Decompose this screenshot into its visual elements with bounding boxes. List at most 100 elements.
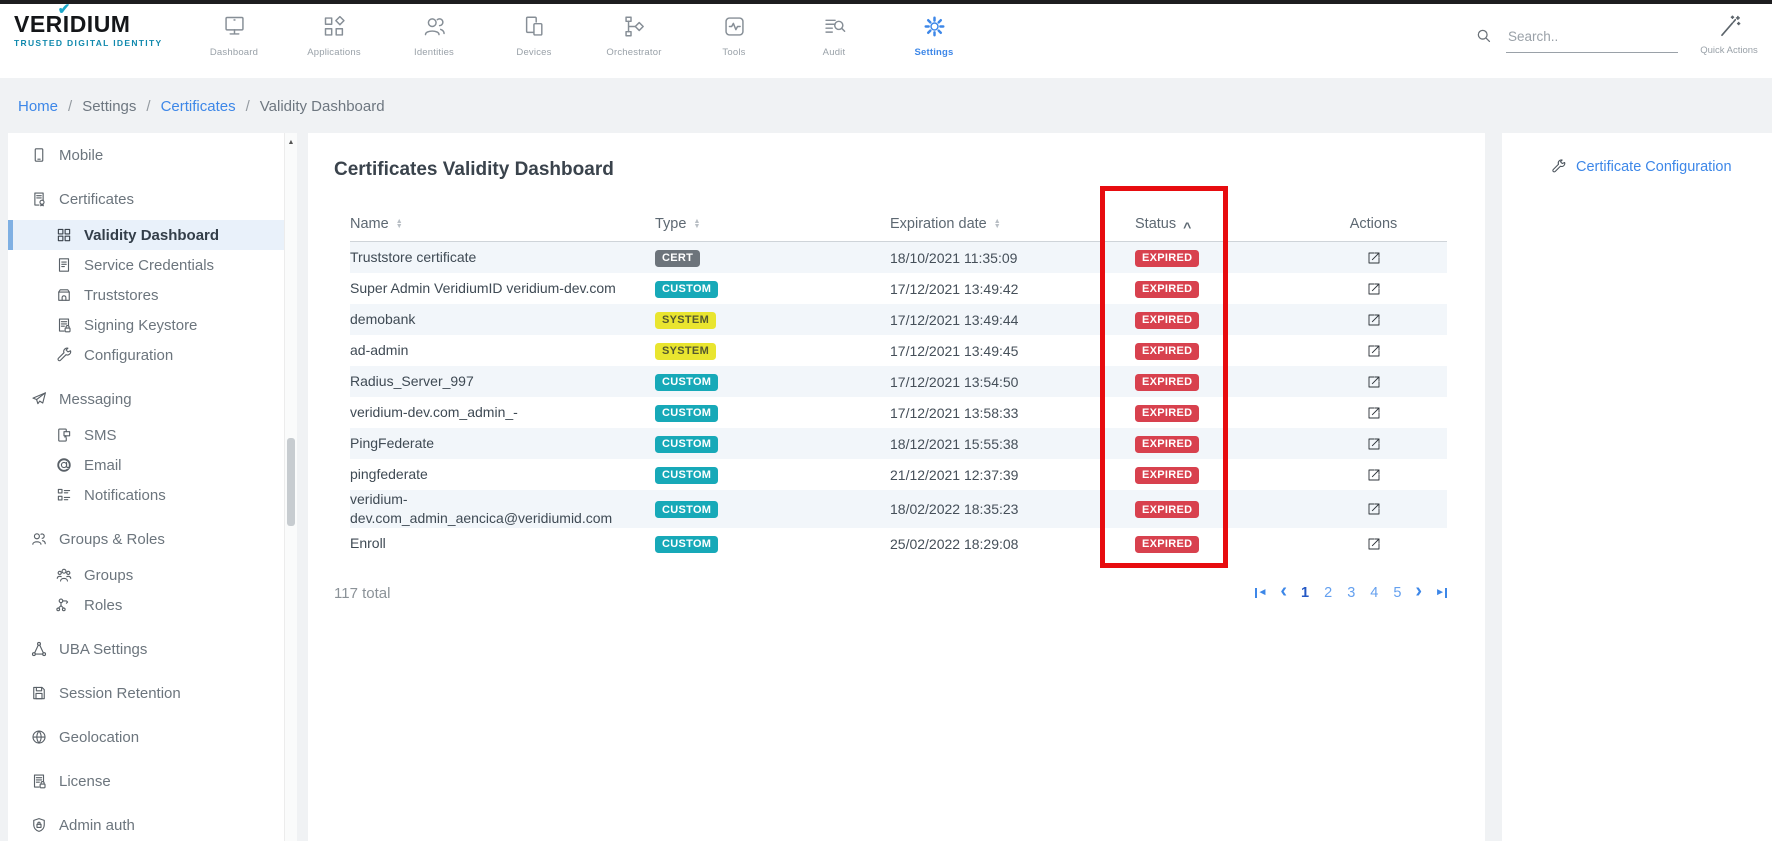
export-icon <box>1366 343 1382 359</box>
sidebar-item-configuration[interactable]: Configuration <box>8 340 284 370</box>
open-certificate-action[interactable] <box>1300 536 1447 552</box>
column-label: Actions <box>1350 216 1398 232</box>
nav-audit[interactable]: Audit <box>784 13 884 58</box>
column-label: Status <box>1135 216 1176 232</box>
sidebar-item-sms[interactable]: SMS <box>8 420 284 450</box>
column-header-status[interactable]: Status ^ <box>1135 216 1300 232</box>
column-header-type[interactable]: Type▲▼ <box>655 216 890 232</box>
open-certificate-action[interactable] <box>1300 312 1447 328</box>
roles-icon <box>55 596 73 614</box>
sidebar-item-truststores[interactable]: Truststores <box>8 280 284 310</box>
certificate-name: Super Admin VeridiumID veridium-dev.com <box>350 279 655 298</box>
table-header-row: Name▲▼Type▲▼Expiration date▲▼Status ^ Acti… <box>350 207 1447 242</box>
nav-tools[interactable]: Tools <box>684 13 784 58</box>
veridium-logo[interactable]: VER✔IDIUM TRUSTED DIGITAL IDENTITY <box>14 13 162 48</box>
sidebar-item-geolocation[interactable]: Geolocation <box>8 722 284 752</box>
open-certificate-action[interactable] <box>1300 405 1447 421</box>
table-row: ad-adminSYSTEM17/12/2021 13:49:45EXPIRED <box>350 335 1447 366</box>
search-icon <box>1474 26 1493 45</box>
sms-icon <box>55 426 73 444</box>
sidebar-item-certificates[interactable]: Certificates <box>8 184 284 214</box>
sidebar-item-groups[interactable]: Groups <box>8 560 284 590</box>
sort-asc-icon: ^ <box>1183 219 1191 235</box>
column-header-expiration-date[interactable]: Expiration date▲▼ <box>890 216 1135 232</box>
sidebar-item-label: Service Credentials <box>84 257 214 274</box>
settings-sidebar: Mobile Certificates Validity Dashboard Serv… <box>8 133 297 841</box>
table-row: PingFederateCUSTOM18/12/2021 15:55:38EXP… <box>350 428 1447 459</box>
sidebar-item-email[interactable]: Email <box>8 450 284 480</box>
nav-label: Settings <box>914 47 953 58</box>
sidebar-item-mobile[interactable]: Mobile <box>8 140 284 170</box>
page-3-button[interactable]: 3 <box>1346 585 1356 601</box>
nav-label: Identities <box>414 47 454 58</box>
certificate-name: veridium-dev.com_admin_aencica@veridiumi… <box>350 490 655 528</box>
certificate-status: EXPIRED <box>1135 434 1300 453</box>
sidebar-item-label: UBA Settings <box>59 641 147 658</box>
sidebar-item-roles[interactable]: Roles <box>8 590 284 620</box>
open-certificate-action[interactable] <box>1300 343 1447 359</box>
sidebar-item-admin-auth[interactable]: Admin auth <box>8 810 284 840</box>
breadcrumb-validity-dashboard: Validity Dashboard <box>260 98 385 115</box>
table-row: EnrollCUSTOM25/02/2022 18:29:08EXPIRED <box>350 528 1447 559</box>
sidebar-item-label: Email <box>84 457 122 474</box>
export-icon <box>1366 467 1382 483</box>
open-certificate-action[interactable] <box>1300 281 1447 297</box>
certificate-name: PingFederate <box>350 434 655 453</box>
open-certificate-action[interactable] <box>1300 374 1447 390</box>
open-certificate-action[interactable] <box>1300 501 1447 517</box>
certificates-table: Name▲▼Type▲▼Expiration date▲▼Status ^ Acti… <box>350 207 1447 559</box>
sidebar-item-license[interactable]: License <box>8 766 284 796</box>
sidebar-item-signing-keystore[interactable]: Signing Keystore <box>8 310 284 340</box>
sidebar-item-service-credentials[interactable]: Service Credentials <box>8 250 284 280</box>
type-badge-expired: EXPIRED <box>1135 343 1199 360</box>
last-page-button[interactable]: ► <box>1435 588 1447 598</box>
nav-applications[interactable]: Applications <box>284 13 384 58</box>
veridium-admin-app: VER✔IDIUM TRUSTED DIGITAL IDENTITY Dashb… <box>0 0 1772 841</box>
breadcrumb-home[interactable]: Home <box>18 98 58 115</box>
certificate-status: EXPIRED <box>1135 341 1300 360</box>
scrollbar-thumb[interactable] <box>287 438 295 526</box>
table-row: veridium-dev.com_admin_-CUSTOM17/12/2021… <box>350 397 1447 428</box>
nav-orchestrator[interactable]: Orchestrator <box>584 13 684 58</box>
page-2-button[interactable]: 2 <box>1323 585 1333 601</box>
column-header-name[interactable]: Name▲▼ <box>350 216 655 232</box>
orchestrator-icon <box>621 13 648 40</box>
type-badge-expired: EXPIRED <box>1135 501 1199 518</box>
certificate-configuration-link[interactable]: Certificate Configuration <box>1502 133 1772 175</box>
quick-actions-button[interactable]: Quick Actions <box>1690 13 1768 56</box>
page-1-button[interactable]: 1 <box>1300 585 1310 601</box>
nav-devices[interactable]: Devices <box>484 13 584 58</box>
certificate-type: CUSTOM <box>655 500 890 519</box>
sidebar-item-validity-dashboard[interactable]: Validity Dashboard <box>8 220 284 250</box>
search-input[interactable] <box>1506 26 1678 53</box>
next-page-button[interactable]: › <box>1415 583 1422 603</box>
sidebar-item-notifications[interactable]: Notifications <box>8 480 284 510</box>
sidebar-scrollbar[interactable]: ▲ <box>284 133 297 841</box>
nav-settings[interactable]: Settings <box>884 13 984 58</box>
grid-icon <box>55 226 73 244</box>
plane-icon <box>30 390 48 408</box>
previous-page-button[interactable]: ‹ <box>1280 583 1287 603</box>
nav-dashboard[interactable]: Dashboard <box>184 13 284 58</box>
first-page-button[interactable]: ◄ <box>1255 588 1267 598</box>
certificate-type: CUSTOM <box>655 403 890 422</box>
open-certificate-action[interactable] <box>1300 467 1447 483</box>
open-certificate-action[interactable] <box>1300 250 1447 266</box>
wrench-icon <box>55 346 73 364</box>
sidebar-item-uba-settings[interactable]: UBA Settings <box>8 634 284 664</box>
sidebar-item-label: Validity Dashboard <box>84 227 219 244</box>
nav-identities[interactable]: Identities <box>384 13 484 58</box>
page-5-button[interactable]: 5 <box>1392 585 1402 601</box>
page-4-button[interactable]: 4 <box>1369 585 1379 601</box>
sidebar-item-messaging[interactable]: Messaging <box>8 384 284 414</box>
sidebar-item-session-retention[interactable]: Session Retention <box>8 678 284 708</box>
open-certificate-action[interactable] <box>1300 436 1447 452</box>
type-badge-custom: CUSTOM <box>655 536 718 553</box>
certificate-name: Enroll <box>350 534 655 553</box>
sidebar-item-groups-roles[interactable]: Groups & Roles <box>8 524 284 554</box>
type-badge-custom: CUSTOM <box>655 281 718 298</box>
export-icon <box>1366 374 1382 390</box>
certificate-name: Radius_Server_997 <box>350 372 655 391</box>
scrollbar-up-arrow[interactable]: ▲ <box>285 133 297 146</box>
breadcrumb-certificates[interactable]: Certificates <box>161 98 236 115</box>
